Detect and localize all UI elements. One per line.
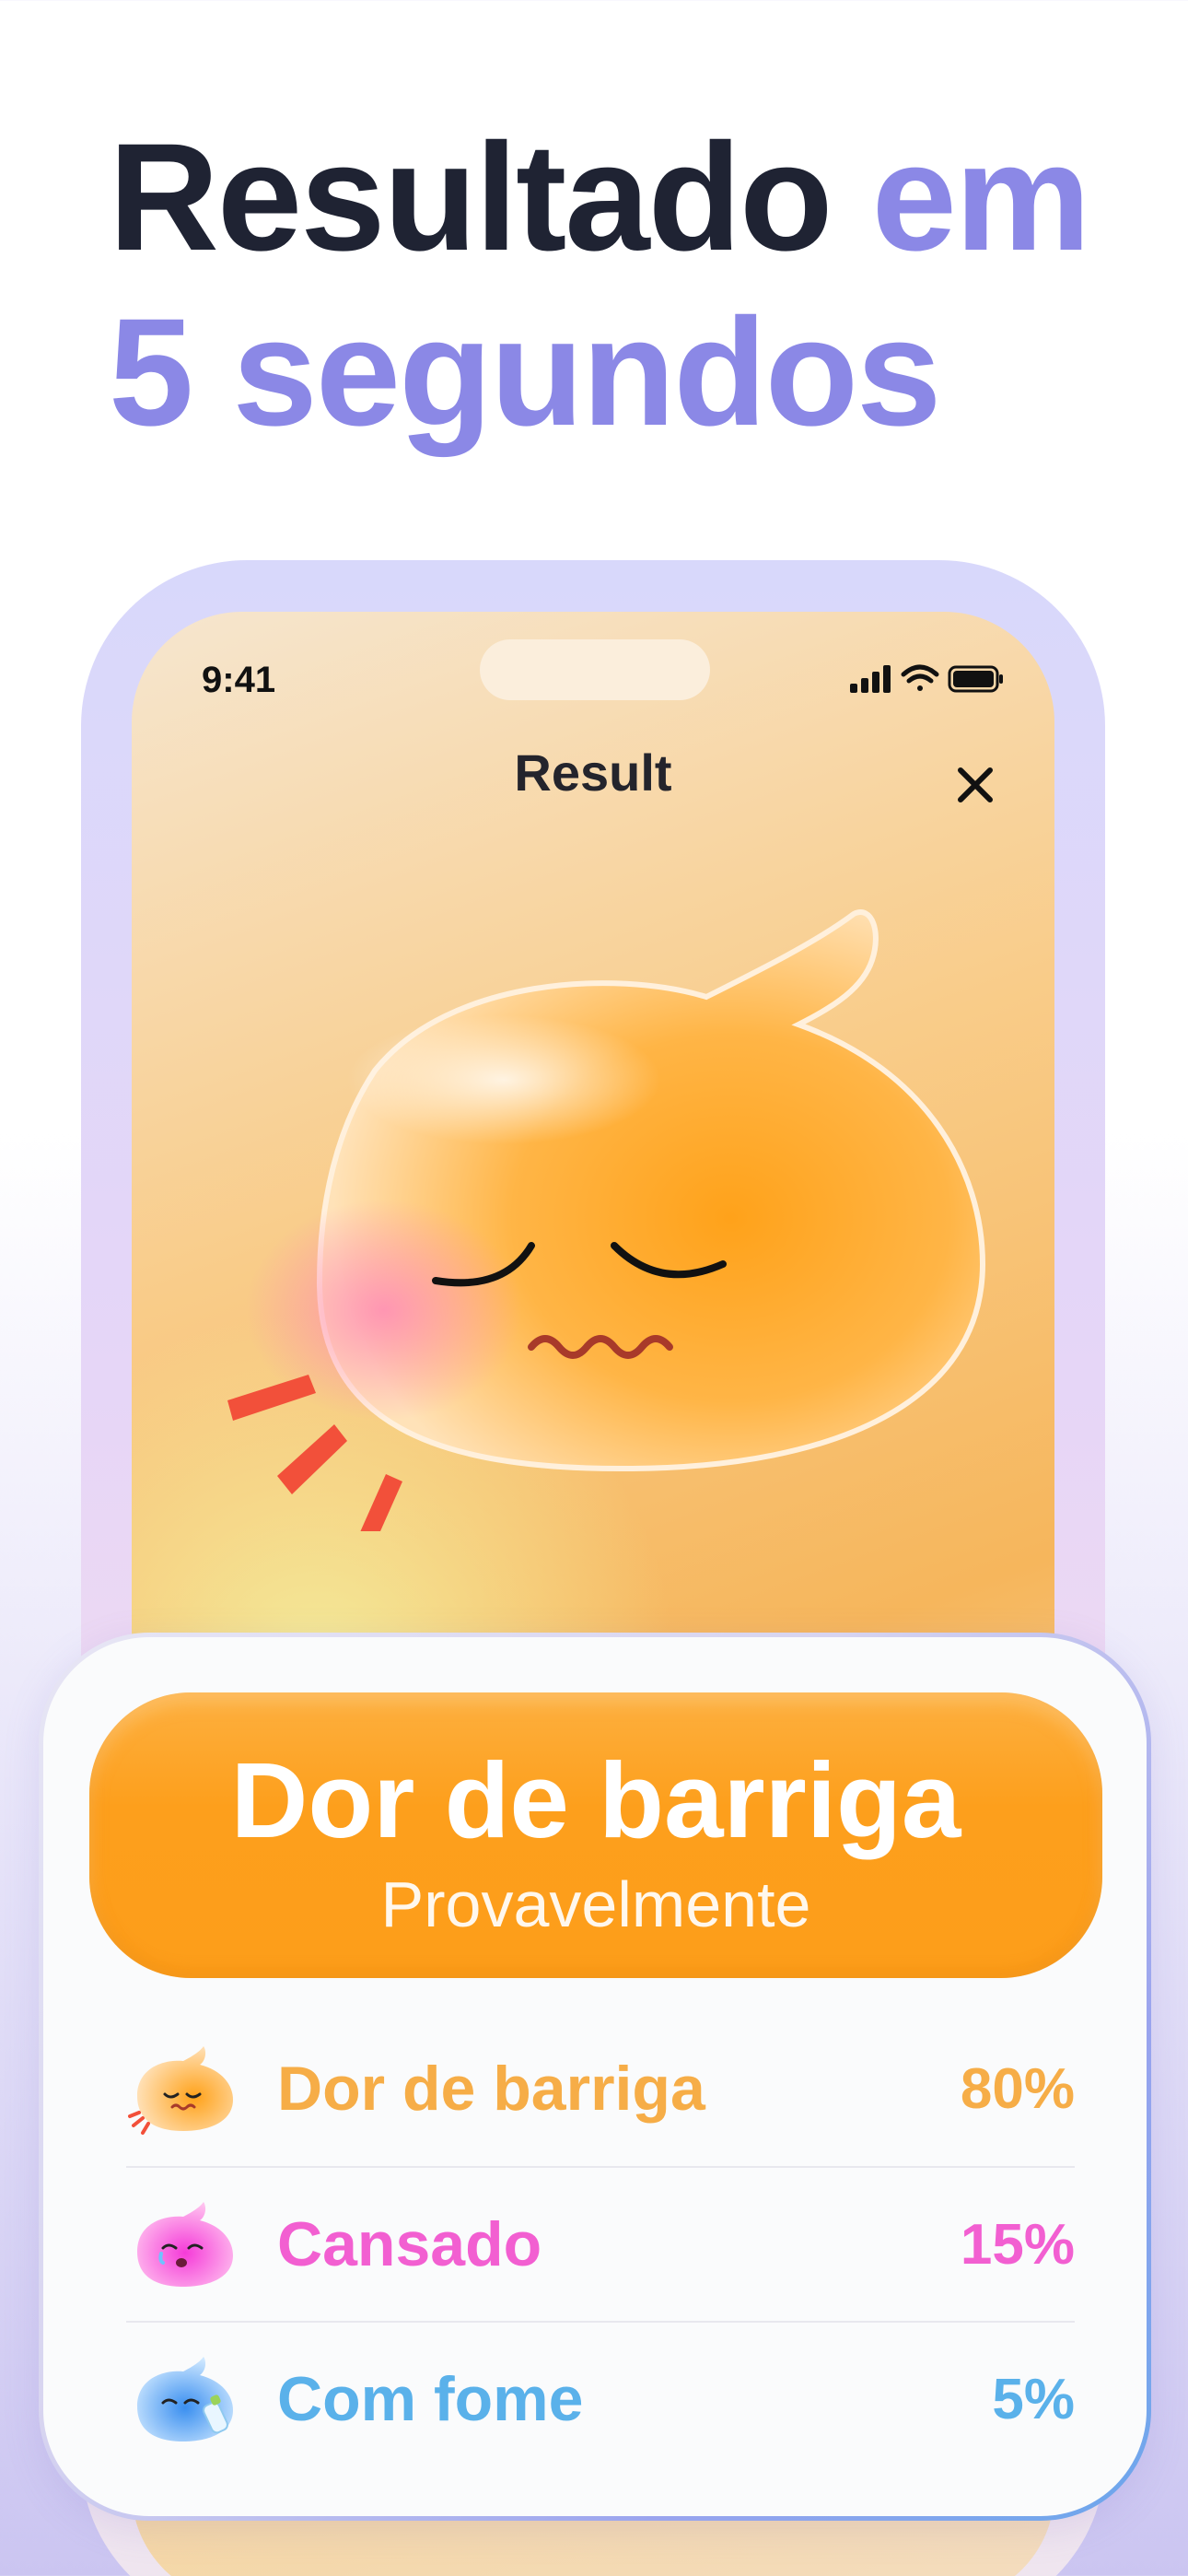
wifi-icon — [901, 664, 939, 691]
headline-line-1: Resultado em — [109, 111, 1149, 286]
status-icons — [850, 664, 1003, 693]
headline: Resultado em 5 segundos — [109, 111, 1149, 461]
prediction-percent: 15% — [960, 2212, 1075, 2277]
prediction-row: Dor de barriga 80% — [126, 2011, 1075, 2166]
blue-blob-icon — [137, 2357, 233, 2441]
prediction-percent: 80% — [960, 2056, 1075, 2121]
prediction-list: Dor de barriga 80% Cansado 15% Com fome … — [126, 2011, 1075, 2476]
prediction-label: Cansado — [277, 2209, 542, 2279]
prediction-row: Cansado 15% — [126, 2166, 1075, 2321]
prediction-label: Dor de barriga — [277, 2054, 705, 2124]
result-title: Dor de barriga — [230, 1740, 961, 1860]
sad-blob-illustration — [227, 909, 986, 1531]
status-time: 9:41 — [202, 660, 276, 700]
prediction-percent: 5% — [992, 2367, 1075, 2431]
result-banner: Dor de barriga Provavelmente — [89, 1692, 1102, 1978]
headline-line-2: 5 segundos — [109, 287, 941, 458]
headline-text: Resultado — [109, 112, 833, 283]
screen-title: Result — [514, 744, 672, 802]
headline-accent-text: em — [871, 112, 1091, 283]
signal-icon — [850, 665, 891, 693]
close-icon[interactable] — [948, 757, 1003, 813]
prediction-label: Com fome — [277, 2364, 584, 2434]
result-subtitle: Provavelmente — [380, 1868, 811, 1940]
result-card: Dor de barriga Provavelmente Dor de barr… — [39, 1633, 1151, 2521]
orange-blob-icon — [128, 2046, 233, 2135]
battery-icon — [948, 665, 1003, 693]
prediction-row: Com fome 5% — [126, 2321, 1075, 2476]
dynamic-island — [480, 639, 710, 700]
pink-blob-icon — [137, 2202, 233, 2287]
